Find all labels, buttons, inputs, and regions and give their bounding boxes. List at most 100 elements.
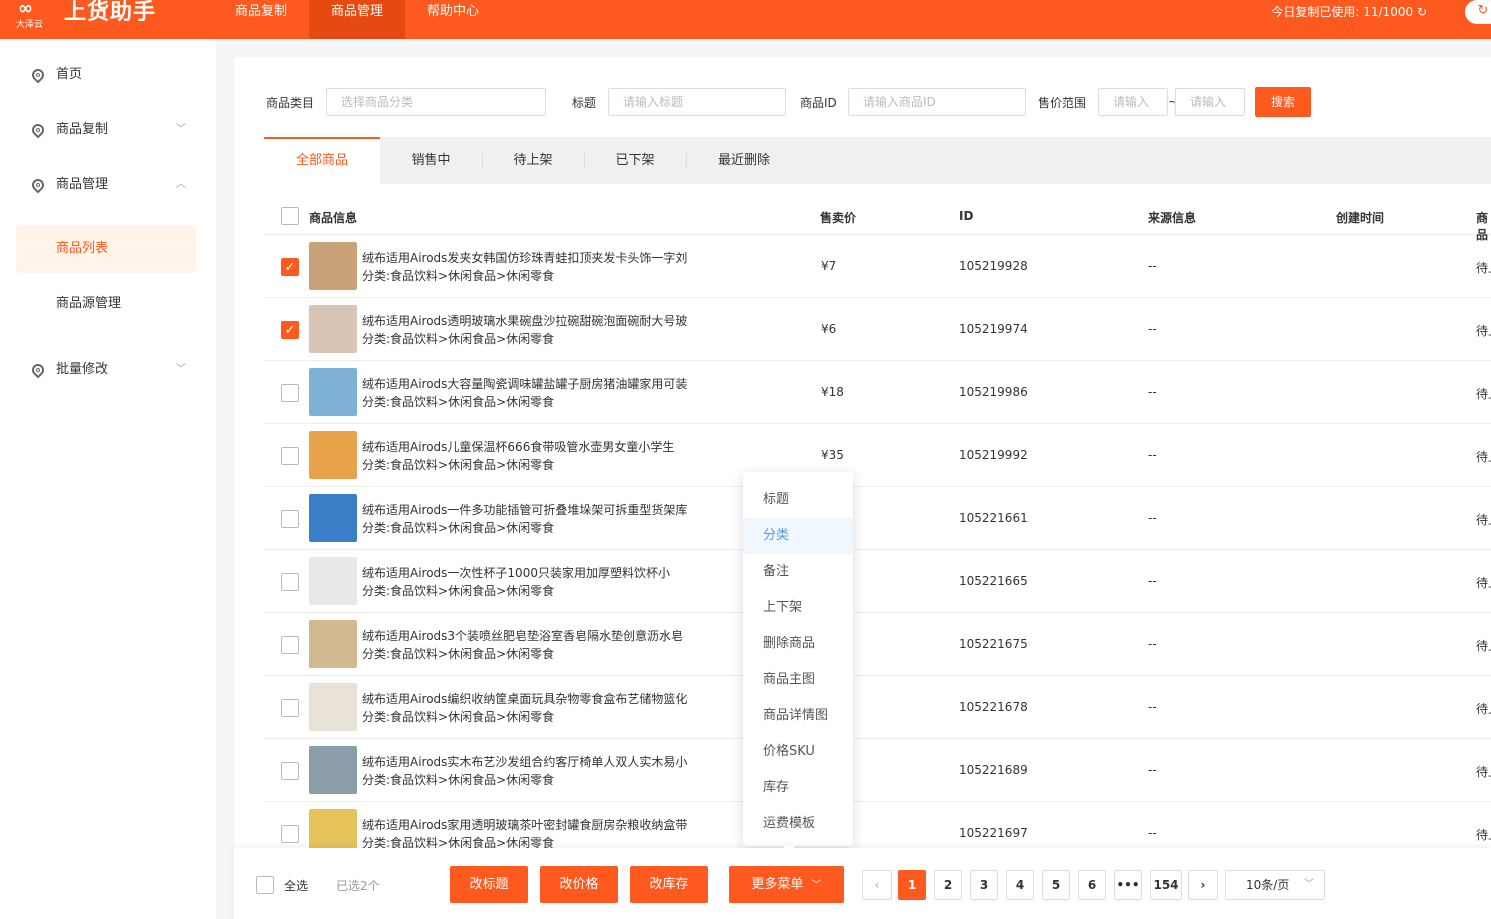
page-button[interactable]: 1	[898, 870, 926, 900]
quota-refresh-icon[interactable]: ↻	[1417, 5, 1427, 19]
sidebar-item-label: 商品管理	[56, 177, 109, 192]
product-title[interactable]: 绒布适用Airods发夹女韩国仿珍珠青蛙扣顶夹发卡头饰一字刘	[362, 249, 687, 266]
product-status: 待上	[1476, 576, 1491, 590]
page-button[interactable]: 3	[970, 870, 998, 900]
product-title[interactable]: 绒布适用Airods家用透明玻璃茶叶密封罐食厨房杂粮收纳盒带	[362, 816, 687, 833]
more-menu-button[interactable]: 更多菜单 ﹀	[729, 866, 844, 903]
tab-on-sale[interactable]: 销售中	[380, 137, 482, 184]
nav-help[interactable]: 帮助中心	[405, 0, 501, 39]
product-thumbnail[interactable]	[309, 620, 357, 668]
menu-item-listing[interactable]: 上下架	[743, 590, 853, 626]
sidebar-item-product-list[interactable]: 商品列表	[16, 225, 196, 273]
product-title[interactable]: 绒布适用Airods编织收纳筐桌面玩具杂物零食盒布艺储物篮化	[362, 690, 687, 707]
product-id-label: 商品ID	[800, 96, 837, 110]
category-select[interactable]: 选择商品分类	[326, 88, 546, 116]
edit-title-button[interactable]: 改标题	[450, 866, 528, 903]
product-source: --	[1148, 511, 1157, 525]
menu-item-main-image[interactable]: 商品主图	[743, 662, 853, 698]
select-all-checkbox[interactable]	[256, 876, 274, 894]
edit-stock-button[interactable]: 改库存	[630, 866, 708, 903]
tab-delisted[interactable]: 已下架	[584, 137, 686, 184]
menu-item-stock[interactable]: 库存	[743, 770, 853, 806]
product-thumbnail[interactable]	[309, 494, 357, 542]
menu-item-category[interactable]: 分类	[743, 518, 853, 554]
product-id-input[interactable]: 请输入商品ID	[848, 88, 1026, 116]
menu-item-detail-image[interactable]: 商品详情图	[743, 698, 853, 734]
next-page-button[interactable]: ›	[1188, 870, 1218, 900]
row-checkbox[interactable]	[281, 825, 299, 843]
price-max-input[interactable]: 请输入	[1175, 88, 1245, 116]
more-menu-dropdown: 标题 分类 备注 上下架 删除商品 商品主图 商品详情图 价格SKU 库存 运费…	[743, 472, 853, 846]
product-title[interactable]: 绒布适用Airods大容量陶瓷调味罐盐罐子厨房猪油罐家用可装	[362, 375, 687, 392]
row-checkbox[interactable]: ✓	[281, 258, 299, 276]
row-checkbox[interactable]	[281, 762, 299, 780]
page-ellipsis[interactable]: •••	[1114, 870, 1142, 900]
table-row: 绒布适用Airods3个装喷丝肥皂垫浴室香皂隔水垫创意沥水皂 分类:食品饮料>休闲…	[264, 613, 1491, 676]
nav-manage[interactable]: 商品管理	[309, 0, 405, 39]
product-title[interactable]: 绒布适用Airods透明玻璃水果碗盘沙拉碗甜碗泡面碗耐大号玻	[362, 312, 687, 329]
product-title[interactable]: 绒布适用Airods实木布艺沙发组合约客厅椅单人双人实木易小	[362, 753, 687, 770]
tab-recently-deleted[interactable]: 最近删除	[686, 137, 802, 184]
tab-all[interactable]: 全部商品	[264, 137, 380, 184]
product-category: 分类:食品饮料>休闲食品>休闲零食	[362, 458, 555, 472]
search-button[interactable]: 搜索	[1255, 87, 1311, 117]
product-thumbnail[interactable]	[309, 242, 357, 290]
row-checkbox[interactable]	[281, 699, 299, 717]
select-all-label[interactable]: 全选	[284, 877, 308, 894]
tab-pending[interactable]: 待上架	[482, 137, 584, 184]
menu-item-remark[interactable]: 备注	[743, 554, 853, 590]
product-thumbnail[interactable]	[309, 683, 357, 731]
product-category: 分类:食品饮料>休闲食品>休闲零食	[362, 647, 555, 661]
product-thumbnail[interactable]	[309, 305, 357, 353]
prev-page-button[interactable]: ‹	[862, 870, 892, 900]
product-source: --	[1148, 385, 1157, 399]
sidebar-item-manage[interactable]: 商品管理 ︿	[0, 165, 216, 205]
sidebar-item-home[interactable]: 首页	[0, 55, 216, 95]
title-input[interactable]: 请输入标题	[608, 88, 786, 116]
menu-item-delete[interactable]: 删除商品	[743, 626, 853, 662]
title-label: 标题	[572, 96, 597, 110]
page-button[interactable]: 154	[1150, 870, 1182, 900]
row-checkbox[interactable]: ✓	[281, 321, 299, 339]
row-checkbox[interactable]	[281, 510, 299, 528]
header-checkbox[interactable]	[281, 207, 299, 225]
price-min-input[interactable]: 请输入	[1098, 88, 1168, 116]
table-row: ✓ 绒布适用Airods透明玻璃水果碗盘沙拉碗甜碗泡面碗耐大号玻 分类:食品饮料>休…	[264, 298, 1491, 361]
sidebar-item-batch-edit[interactable]: 批量修改 ﹀	[0, 350, 216, 390]
product-thumbnail[interactable]	[309, 746, 357, 794]
main-panel: 商品类目 选择商品分类 标题 请输入标题 商品ID 请输入商品ID 售价范围 请…	[234, 57, 1491, 919]
row-checkbox[interactable]	[281, 384, 299, 402]
product-title[interactable]: 绒布适用Airods3个装喷丝肥皂垫浴室香皂隔水垫创意沥水皂	[362, 627, 683, 644]
sidebar: 首页 商品复制 ﹀ 商品管理 ︿ 商品列表 商品源管理 批量修改 ﹀	[0, 39, 216, 919]
product-id: 105221675	[959, 637, 1028, 651]
product-title[interactable]: 绒布适用Airods儿童保温杯666食带吸管水壶男女童小学生	[362, 438, 674, 455]
page-button[interactable]: 5	[1042, 870, 1070, 900]
chevron-down-icon: ﹀	[1304, 879, 1314, 890]
page-button[interactable]: 4	[1006, 870, 1034, 900]
product-status: 待上	[1476, 261, 1491, 275]
page-button[interactable]: 6	[1078, 870, 1106, 900]
page-button[interactable]: 2	[934, 870, 962, 900]
row-checkbox[interactable]	[281, 447, 299, 465]
product-title[interactable]: 绒布适用Airods一次性杯子1000只装家用加厚塑料饮杯小	[362, 564, 670, 581]
nav-copy[interactable]: 商品复制	[213, 0, 309, 39]
product-thumbnail[interactable]	[309, 368, 357, 416]
top-bar: ∞ 大泽云 上货助手 商品复制 商品管理 帮助中心 今日复制已使用: 11/10…	[0, 0, 1491, 39]
menu-item-shipping-template[interactable]: 运费模板	[743, 806, 853, 842]
page-size-select[interactable]: 10条/页 ﹀	[1225, 870, 1325, 900]
chevron-down-icon: ﹀	[176, 364, 186, 375]
product-source: --	[1148, 448, 1157, 462]
edit-price-button[interactable]: 改价格	[540, 866, 618, 903]
product-thumbnail[interactable]	[309, 431, 357, 479]
row-checkbox[interactable]	[281, 573, 299, 591]
refresh-button[interactable]: ↻	[1465, 0, 1491, 24]
table-header: 商品信息 售卖价 ID 来源信息 创建时间 商品	[264, 197, 1491, 242]
product-thumbnail[interactable]	[309, 557, 357, 605]
sidebar-item-source-manage[interactable]: 商品源管理	[16, 280, 196, 328]
page-size-value: 10条/页	[1246, 878, 1290, 892]
row-checkbox[interactable]	[281, 636, 299, 654]
menu-item-title[interactable]: 标题	[743, 482, 853, 518]
product-title[interactable]: 绒布适用Airods一件多功能插管可折叠堆垛架可拆重型货架库	[362, 501, 687, 518]
sidebar-item-copy[interactable]: 商品复制 ﹀	[0, 110, 216, 150]
menu-item-price-sku[interactable]: 价格SKU	[743, 734, 853, 770]
